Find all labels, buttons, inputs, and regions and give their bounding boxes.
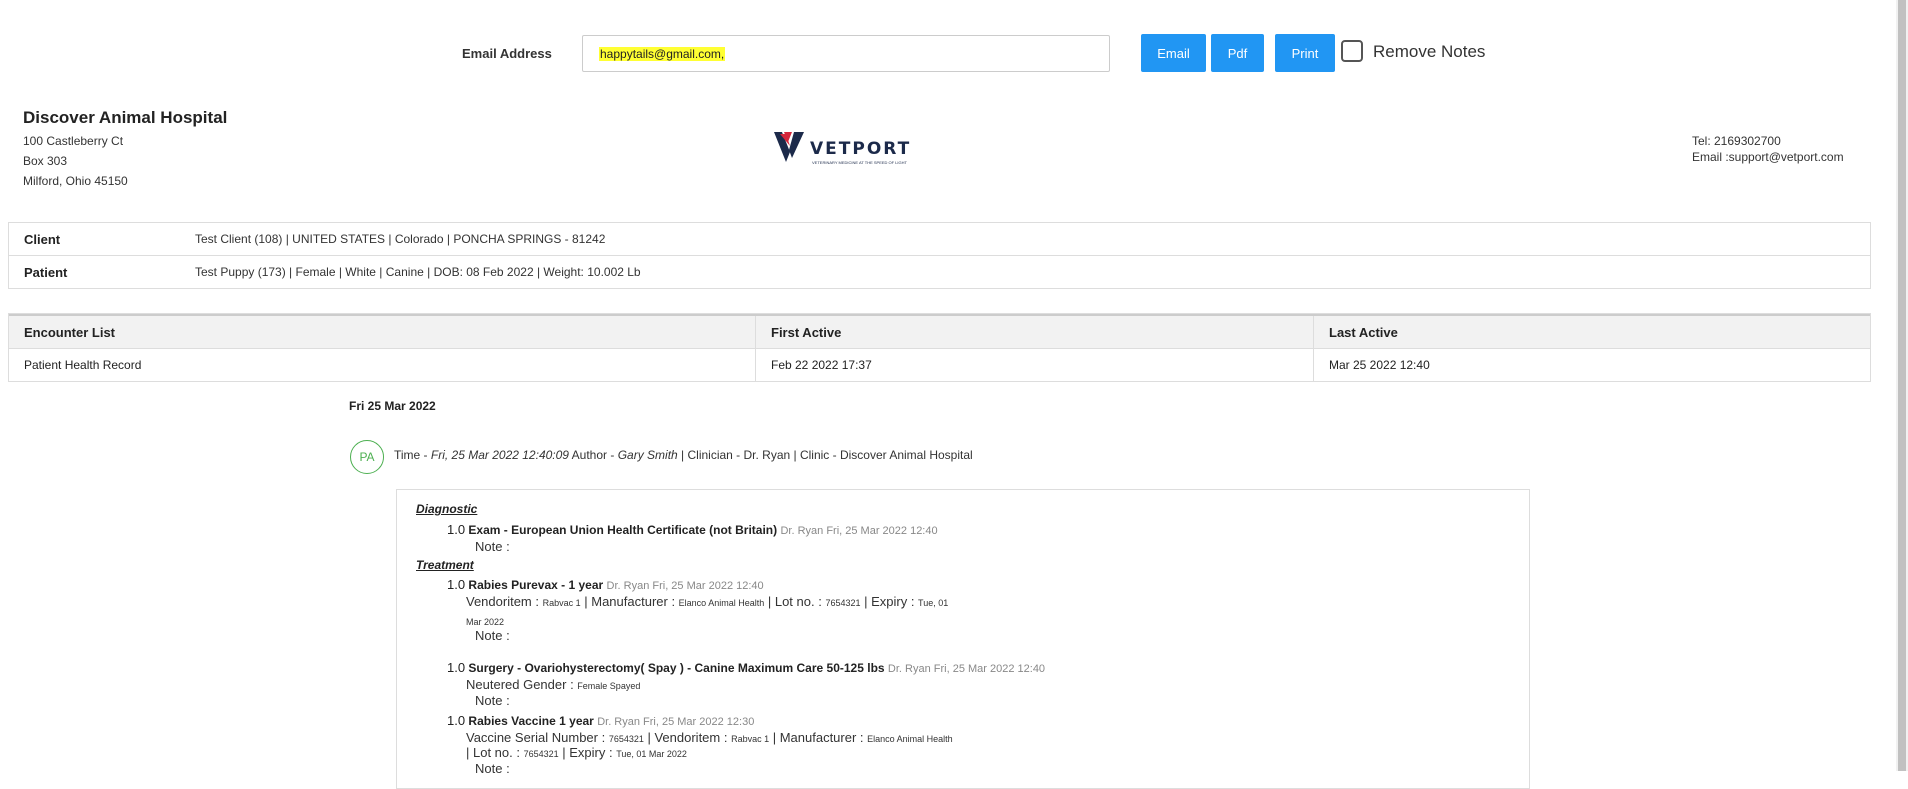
- lot-value: 7654321: [523, 749, 559, 759]
- email-input-value: happytails@gmail.com,: [599, 47, 726, 61]
- record-date: Fri 25 Mar 2022: [349, 399, 436, 413]
- vendor-label: | Vendoritem :: [643, 730, 732, 745]
- lot-label: | Lot no. :: [764, 594, 826, 609]
- item-name: Rabies Purevax - 1 year: [468, 578, 604, 592]
- hospital-tel: Tel: 2169302700: [1692, 134, 1781, 148]
- encounter-first-active: Feb 22 2022 17:37: [755, 349, 1313, 381]
- gender-value: Female Spayed: [577, 681, 641, 691]
- pdf-button[interactable]: Pdf: [1211, 34, 1264, 72]
- manufacturer-label: | Manufacturer :: [580, 594, 679, 609]
- encounter-last-active: Mar 25 2022 12:40: [1313, 349, 1870, 381]
- item-name: Exam - European Union Health Certificate…: [468, 523, 778, 537]
- encounter-name: Patient Health Record: [24, 358, 142, 372]
- header-encounter-list: Encounter List: [24, 324, 116, 340]
- purevax-expiry-cont: Mar 2022: [466, 613, 504, 628]
- client-row: Client Test Client (108) | UNITED STATES…: [9, 223, 1870, 255]
- manufacturer-value: Elanco Animal Health: [678, 598, 765, 608]
- hospital-email: Email :support@vetport.com: [1692, 150, 1844, 164]
- client-label: Client: [24, 231, 61, 247]
- vendor-value: Rabvac 1: [731, 734, 770, 744]
- lot-label: | Lot no. :: [466, 745, 524, 760]
- address-line-3: Milford, Ohio 45150: [23, 174, 128, 188]
- item-name: Surgery - Ovariohysterectomy( Spay ) - C…: [468, 661, 885, 675]
- purevax-details: Vendoritem : Rabvac 1 | Manufacturer : E…: [466, 594, 948, 609]
- address-line-1: 100 Castleberry Ct: [23, 134, 124, 148]
- list-item: 1.0 Rabies Vaccine 1 year Dr. Ryan Fri, …: [447, 713, 754, 728]
- time-value: Fri, 25 Mar 2022 12:40:09: [430, 448, 569, 462]
- item-qty: 1.0: [447, 577, 466, 592]
- item-qty: 1.0: [447, 660, 466, 675]
- lot-value: 7654321: [825, 598, 861, 608]
- note-label: Note :: [475, 761, 510, 776]
- patient-label: Patient: [24, 264, 68, 280]
- expiry-value: Tue, 01 Mar 2022: [616, 749, 687, 759]
- gender-label: Neutered Gender :: [466, 677, 578, 692]
- clinic-info: | Clinician - Dr. Ryan | Clinic - Discov…: [677, 448, 973, 462]
- patient-value: Test Puppy (173) | Female | White | Cani…: [195, 265, 641, 279]
- vaccine-details-cont: | Lot no. : 7654321 | Expiry : Tue, 01 M…: [466, 745, 687, 760]
- print-button[interactable]: Print: [1275, 34, 1335, 72]
- list-item: 1.0 Rabies Purevax - 1 year Dr. Ryan Fri…: [447, 577, 764, 592]
- remove-notes-checkbox[interactable]: [1341, 40, 1363, 62]
- table-row[interactable]: Patient Health Record Feb 22 2022 17:37 …: [9, 348, 1870, 381]
- remove-notes-label: Remove Notes: [1373, 42, 1486, 61]
- address-line-2: Box 303: [23, 154, 68, 168]
- item-qty: 1.0: [447, 522, 466, 537]
- item-by: Dr. Ryan Fri, 25 Mar 2022 12:40: [606, 580, 764, 592]
- patient-row: Patient Test Puppy (173) | Female | Whit…: [9, 255, 1870, 288]
- header-first-active: First Active: [755, 316, 1313, 348]
- expiry-label: | Expiry :: [558, 745, 617, 760]
- list-item: 1.0 Exam - European Union Health Certifi…: [447, 522, 938, 537]
- author-label: Author -: [568, 448, 618, 462]
- diagnostic-title: Diagnostic: [416, 502, 478, 516]
- author-avatar: PA: [350, 440, 384, 474]
- item-by: Dr. Ryan Fri, 25 Mar 2022 12:40: [887, 663, 1046, 675]
- item-qty: 1.0: [447, 713, 466, 728]
- expiry-value-cont: Mar 2022: [466, 617, 505, 627]
- client-value: Test Client (108) | UNITED STATES | Colo…: [195, 232, 606, 246]
- author-value: Gary Smith: [617, 448, 678, 462]
- expiry-label: | Expiry :: [860, 594, 919, 609]
- manufacturer-value: Elanco Animal Health: [867, 734, 953, 744]
- vetport-logo-tagline: VETERINARY MEDICINE AT THE SPEED OF LIGH…: [812, 160, 907, 165]
- manufacturer-label: | Manufacturer :: [769, 730, 868, 745]
- client-patient-table: Client Test Client (108) | UNITED STATES…: [8, 222, 1871, 289]
- vendor-label: Vendoritem :: [466, 594, 543, 609]
- email-input[interactable]: happytails@gmail.com,: [582, 35, 1110, 72]
- note-label: Note :: [475, 628, 510, 643]
- vetport-logo-mark-icon: [774, 132, 804, 162]
- expiry-value: Tue, 01: [918, 598, 949, 608]
- list-item: 1.0 Surgery - Ovariohysterectomy( Spay )…: [447, 660, 1045, 675]
- treatment-title: Treatment: [416, 558, 474, 572]
- item-name: Rabies Vaccine 1 year: [468, 714, 594, 728]
- time-label: Time -: [394, 448, 431, 462]
- note-label: Note :: [475, 693, 510, 708]
- encounter-table-header: Encounter List First Active Last Active: [9, 314, 1870, 348]
- serial-label: Vaccine Serial Number :: [466, 730, 609, 745]
- vetport-logo-text: VETPORT: [810, 139, 912, 159]
- header-last-active: Last Active: [1313, 316, 1870, 348]
- item-by: Dr. Ryan Fri, 25 Mar 2022 12:30: [597, 716, 755, 728]
- surgery-details: Neutered Gender : Female Spayed: [466, 677, 640, 692]
- scrollbar-thumb[interactable]: [1898, 0, 1906, 771]
- encounter-table: Encounter List First Active Last Active …: [8, 313, 1871, 382]
- vaccine-details: Vaccine Serial Number : 7654321 | Vendor…: [466, 730, 953, 745]
- email-button[interactable]: Email: [1141, 34, 1206, 72]
- vendor-value: Rabvac 1: [542, 598, 581, 608]
- email-address-label: Email Address: [462, 46, 552, 61]
- vetport-logo: VETPORT VETERINARY MEDICINE AT THE SPEED…: [772, 128, 909, 169]
- record-meta: Time - Fri, 25 Mar 2022 12:40:09 Author …: [394, 448, 973, 462]
- serial-value: 7654321: [608, 734, 644, 744]
- hospital-name: Discover Animal Hospital: [23, 108, 228, 127]
- note-label: Note :: [475, 539, 510, 554]
- item-by: Dr. Ryan Fri, 25 Mar 2022 12:40: [780, 525, 938, 537]
- record-card: Diagnostic 1.0 Exam - European Union Hea…: [396, 489, 1530, 789]
